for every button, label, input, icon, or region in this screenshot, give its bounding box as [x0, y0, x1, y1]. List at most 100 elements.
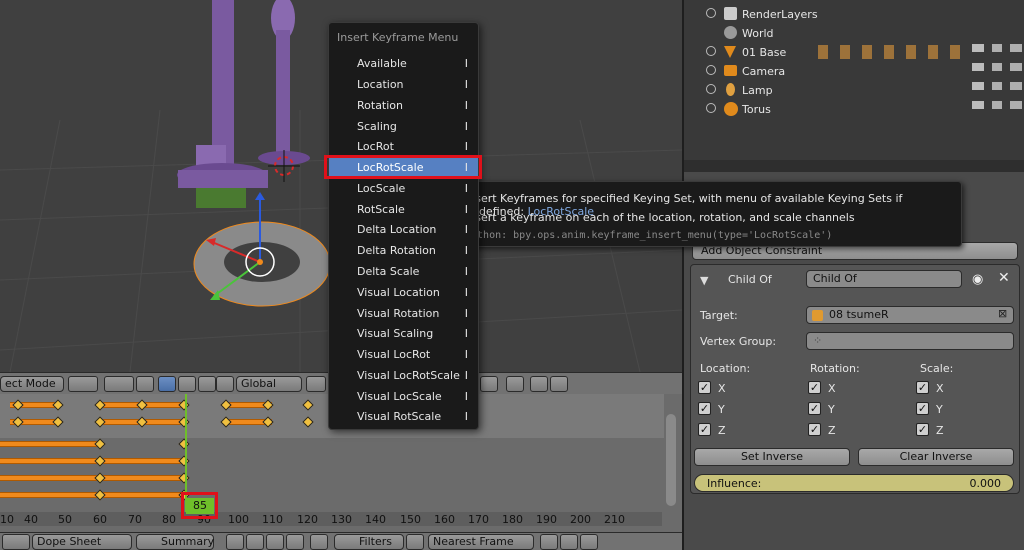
render-anim-icon[interactable]	[550, 376, 568, 392]
manipulator-toggle-icon[interactable]	[136, 376, 154, 392]
clear-target-icon[interactable]: ⊠	[998, 307, 1007, 320]
editor-mode-selector[interactable]: Dope Sheet	[32, 534, 132, 550]
ruler-tick: 170	[468, 513, 489, 526]
show-errors-icon[interactable]	[266, 534, 284, 550]
channel-row[interactable]	[0, 452, 664, 469]
expand-icon[interactable]	[706, 84, 716, 94]
ruler-tick: 80	[162, 513, 176, 526]
set-inverse-button[interactable]: Set Inverse	[694, 448, 850, 466]
snap-icon[interactable]	[506, 376, 524, 392]
copy-keyframes-icon[interactable]	[540, 534, 558, 550]
expand-icon[interactable]	[706, 8, 716, 18]
keyframe[interactable]	[302, 416, 314, 428]
outliner-item[interactable]: RenderLayers	[684, 5, 1024, 24]
translate-icon[interactable]	[158, 376, 176, 392]
eye-icon[interactable]	[972, 44, 984, 116]
target-field[interactable]: 08 tsumeR	[806, 306, 1014, 324]
axis-label: X	[718, 382, 726, 395]
menu-item-rotscale[interactable]: RotScale I	[329, 200, 478, 220]
location-z-checkbox[interactable]: ✓	[698, 423, 711, 436]
menu-item-visual-locscale[interactable]: Visual LocScale I	[329, 387, 478, 407]
menu-item-visual-location[interactable]: Visual Location I	[329, 283, 478, 303]
expand-icon[interactable]	[706, 103, 716, 113]
outliner-item-label: 01 Base	[742, 46, 787, 59]
auto-snap-selector[interactable]: Nearest Frame	[428, 534, 534, 550]
ruler-tick: 150	[400, 513, 421, 526]
rotation-z-checkbox[interactable]: ✓	[808, 423, 821, 436]
menu-item-locrot[interactable]: LocRot I	[329, 137, 478, 157]
frame-ruler[interactable]: 10 40 50 60 70 80 90 100 110 120 130 140…	[0, 512, 662, 526]
area-divider[interactable]	[684, 160, 1024, 172]
eye-icon[interactable]: ◉	[972, 272, 983, 287]
mode-selector[interactable]: ect Mode	[0, 376, 64, 392]
channel-row[interactable]	[0, 469, 664, 486]
filters-button[interactable]: Filters	[334, 534, 404, 550]
select-cursor-icon[interactable]	[992, 44, 1002, 116]
render-camera-icon[interactable]	[1010, 44, 1022, 116]
search-icon[interactable]	[310, 534, 328, 550]
menu-item-visual-scaling[interactable]: Visual Scaling I	[329, 324, 478, 344]
menu-item-visual-locrotscale[interactable]: Visual LocRotScale I	[329, 366, 478, 386]
transform-icon[interactable]	[216, 376, 234, 392]
location-x-checkbox[interactable]: ✓	[698, 381, 711, 394]
menu-item-delta-rotation[interactable]: Delta Rotation I	[329, 241, 478, 261]
ghost-icon[interactable]	[286, 534, 304, 550]
proportional-edit-icon[interactable]	[480, 376, 498, 392]
layers-icon[interactable]	[306, 376, 326, 392]
scale-x-checkbox[interactable]: ✓	[916, 381, 929, 394]
tooltip-line2: Insert a keyframe on each of the locatio…	[465, 211, 855, 224]
channel-row[interactable]	[0, 435, 664, 452]
editor-type-icon[interactable]	[2, 534, 30, 550]
auto-snap-icon[interactable]	[406, 534, 424, 550]
scale-y-checkbox[interactable]: ✓	[916, 402, 929, 415]
paste-flipped-icon[interactable]	[580, 534, 598, 550]
render-icon[interactable]	[530, 376, 548, 392]
menu-item-rotation[interactable]: Rotation I	[329, 96, 478, 116]
menu-item-delta-scale[interactable]: Delta Scale I	[329, 262, 478, 282]
close-icon[interactable]: ✕	[998, 270, 1010, 286]
object-icon	[812, 310, 823, 321]
set-inverse-label: Set Inverse	[740, 450, 804, 463]
mesh-icon	[724, 46, 736, 58]
menu-title: Insert Keyframe Menu	[337, 31, 459, 44]
summary-toggle[interactable]: Summary	[136, 534, 214, 550]
menu-item-visual-rotation[interactable]: Visual Rotation I	[329, 304, 478, 324]
show-hidden-icon[interactable]	[246, 534, 264, 550]
outliner-item[interactable]: World	[684, 24, 1024, 43]
collapse-arrow-icon[interactable]: ▼	[700, 274, 708, 287]
keyframe[interactable]	[302, 399, 314, 411]
menu-item-delta-location[interactable]: Delta Location I	[329, 220, 478, 240]
menu-item-location[interactable]: Location I	[329, 75, 478, 95]
menu-item-label: Visual Scaling	[357, 327, 434, 340]
channel-row[interactable]	[0, 486, 664, 503]
rotation-y-checkbox[interactable]: ✓	[808, 402, 821, 415]
outliner-item-label: Camera	[742, 65, 786, 78]
vertex-group-field[interactable]: ⁘	[806, 332, 1014, 350]
location-y-checkbox[interactable]: ✓	[698, 402, 711, 415]
menu-item-scaling[interactable]: Scaling I	[329, 117, 478, 137]
paste-keyframes-icon[interactable]	[560, 534, 578, 550]
rotation-x-checkbox[interactable]: ✓	[808, 381, 821, 394]
vertical-scrollbar[interactable]	[666, 414, 676, 506]
clear-inverse-button[interactable]: Clear Inverse	[858, 448, 1014, 466]
expand-icon[interactable]	[706, 65, 716, 75]
expand-icon[interactable]	[706, 46, 716, 56]
influence-slider[interactable]: Influence: 0.000	[694, 474, 1014, 492]
orientation-selector[interactable]: Global	[236, 376, 302, 392]
menu-item-visual-locrot[interactable]: Visual LocRot I	[329, 345, 478, 365]
menu-item-visual-rotscale[interactable]: Visual RotScale I	[329, 407, 478, 427]
scale-icon[interactable]	[198, 376, 216, 392]
outliner-item-label: RenderLayers	[742, 8, 818, 21]
constraint-name-field[interactable]: Child Of	[806, 270, 962, 288]
menu-item-available[interactable]: Available I	[329, 54, 478, 74]
menu-item-shortcut: I	[464, 99, 468, 112]
viewport-shading-button[interactable]	[68, 376, 98, 392]
rotate-icon[interactable]	[178, 376, 196, 392]
keyframe[interactable]	[178, 438, 190, 450]
keyframe-hold-bar	[100, 458, 184, 464]
only-selected-icon[interactable]	[226, 534, 244, 550]
ruler-tick: 120	[297, 513, 318, 526]
pivot-point-button[interactable]	[104, 376, 134, 392]
scale-z-checkbox[interactable]: ✓	[916, 423, 929, 436]
menu-item-locscale[interactable]: LocScale I	[329, 179, 478, 199]
